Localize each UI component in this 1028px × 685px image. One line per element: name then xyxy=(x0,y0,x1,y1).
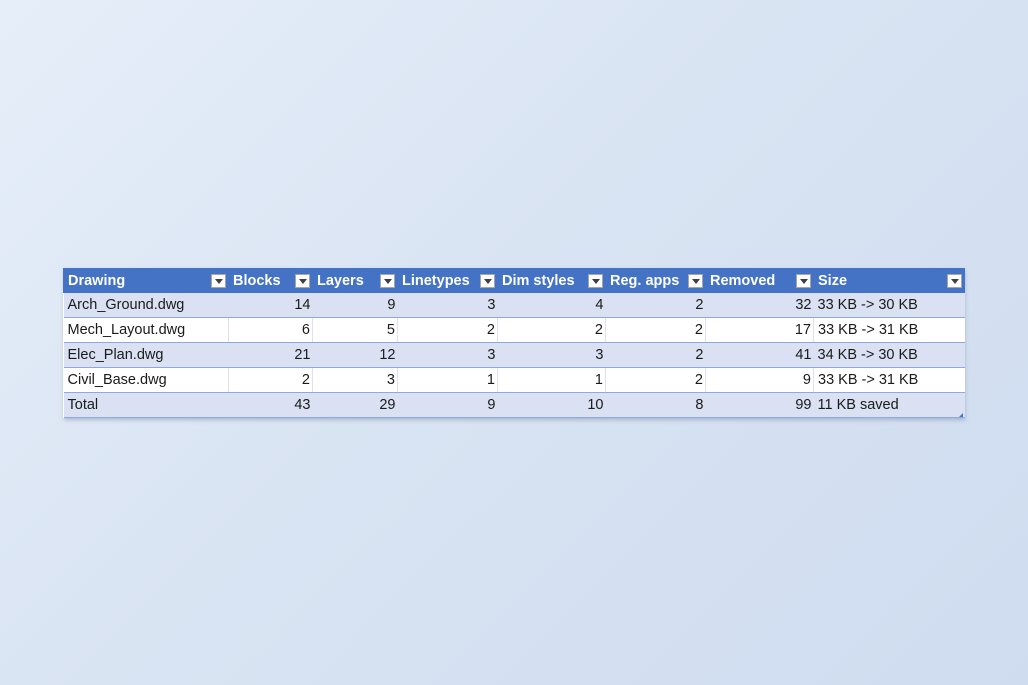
cell-total-blocks[interactable]: 43 xyxy=(228,392,313,418)
cell-drawing[interactable]: Mech_Layout.dwg xyxy=(63,317,229,343)
cell-reg-apps[interactable]: 2 xyxy=(605,367,706,393)
column-header-blocks[interactable]: Blocks xyxy=(228,268,313,293)
column-header-label: Linetypes xyxy=(402,272,470,289)
column-header-label: Drawing xyxy=(68,272,126,289)
cell-reg-apps[interactable]: 2 xyxy=(605,342,706,368)
column-header-label: Layers xyxy=(317,272,364,289)
cell-dim-styles[interactable]: 4 xyxy=(497,292,606,318)
cell-dim-styles[interactable]: 3 xyxy=(497,342,606,368)
column-header-label: Dim styles xyxy=(502,272,575,289)
filter-dropdown-icon[interactable] xyxy=(796,274,811,288)
column-header-removed[interactable]: Removed xyxy=(705,268,814,293)
cell-linetypes[interactable]: 2 xyxy=(397,317,498,343)
filter-dropdown-icon[interactable] xyxy=(688,274,703,288)
cell-reg-apps[interactable]: 2 xyxy=(605,317,706,343)
cell-dim-styles[interactable]: 1 xyxy=(497,367,606,393)
column-header-drawing[interactable]: Drawing xyxy=(63,268,229,293)
table-row[interactable]: Arch_Ground.dwg 14 9 3 4 2 32 33 KB -> 3… xyxy=(63,292,965,318)
filter-dropdown-icon[interactable] xyxy=(295,274,310,288)
cell-blocks[interactable]: 21 xyxy=(228,342,313,368)
total-row[interactable]: Total 43 29 9 10 8 99 11 KB saved xyxy=(63,392,965,418)
column-header-dim-styles[interactable]: Dim styles xyxy=(497,268,606,293)
filter-dropdown-icon[interactable] xyxy=(588,274,603,288)
cell-drawing[interactable]: Civil_Base.dwg xyxy=(63,367,229,393)
cell-total-removed[interactable]: 99 xyxy=(705,392,814,418)
column-header-label: Reg. apps xyxy=(610,272,680,289)
cell-linetypes[interactable]: 1 xyxy=(397,367,498,393)
cell-blocks[interactable]: 6 xyxy=(228,317,313,343)
cell-layers[interactable]: 12 xyxy=(312,342,398,368)
cell-reg-apps[interactable]: 2 xyxy=(605,292,706,318)
cell-removed[interactable]: 17 xyxy=(705,317,814,343)
cell-total-reg-apps[interactable]: 8 xyxy=(605,392,706,418)
column-header-label: Blocks xyxy=(233,272,281,289)
column-header-reg-apps[interactable]: Reg. apps xyxy=(605,268,706,293)
cell-size[interactable]: 33 KB -> 30 KB xyxy=(813,292,965,318)
cell-total-layers[interactable]: 29 xyxy=(312,392,398,418)
table-resize-handle-icon[interactable] xyxy=(959,413,963,417)
column-header-linetypes[interactable]: Linetypes xyxy=(397,268,498,293)
cell-size[interactable]: 34 KB -> 30 KB xyxy=(813,342,965,368)
column-header-layers[interactable]: Layers xyxy=(312,268,398,293)
cell-size[interactable]: 33 KB -> 31 KB xyxy=(813,317,965,343)
column-header-label: Removed xyxy=(710,272,776,289)
table-row[interactable]: Mech_Layout.dwg 6 5 2 2 2 17 33 KB -> 31… xyxy=(63,317,965,343)
cell-total-linetypes[interactable]: 9 xyxy=(397,392,498,418)
data-table: Drawing Blocks Layers Linetypes Dim styl… xyxy=(63,268,965,418)
cell-layers[interactable]: 9 xyxy=(312,292,398,318)
cell-total-label[interactable]: Total xyxy=(63,392,229,418)
cell-layers[interactable]: 3 xyxy=(312,367,398,393)
cell-linetypes[interactable]: 3 xyxy=(397,292,498,318)
filter-dropdown-icon[interactable] xyxy=(480,274,495,288)
table-row[interactable]: Civil_Base.dwg 2 3 1 1 2 9 33 KB -> 31 K… xyxy=(63,367,965,393)
cleanup-summary-table: Drawing Blocks Layers Linetypes Dim styl… xyxy=(63,268,965,418)
cell-total-dim-styles[interactable]: 10 xyxy=(497,392,606,418)
filter-dropdown-icon[interactable] xyxy=(211,274,226,288)
cell-removed[interactable]: 32 xyxy=(705,292,814,318)
header-row: Drawing Blocks Layers Linetypes Dim styl… xyxy=(63,268,965,293)
cell-total-size[interactable]: 11 KB saved xyxy=(813,392,965,418)
cell-size[interactable]: 33 KB -> 31 KB xyxy=(813,367,965,393)
cell-blocks[interactable]: 2 xyxy=(228,367,313,393)
cell-dim-styles[interactable]: 2 xyxy=(497,317,606,343)
cell-removed[interactable]: 9 xyxy=(705,367,814,393)
cell-linetypes[interactable]: 3 xyxy=(397,342,498,368)
cell-blocks[interactable]: 14 xyxy=(228,292,313,318)
cell-drawing[interactable]: Elec_Plan.dwg xyxy=(63,342,229,368)
cell-layers[interactable]: 5 xyxy=(312,317,398,343)
cell-drawing[interactable]: Arch_Ground.dwg xyxy=(63,292,229,318)
filter-dropdown-icon[interactable] xyxy=(947,274,962,288)
column-header-label: Size xyxy=(818,272,848,289)
filter-dropdown-icon[interactable] xyxy=(380,274,395,288)
table-row[interactable]: Elec_Plan.dwg 21 12 3 3 2 41 34 KB -> 30… xyxy=(63,342,965,368)
column-header-size[interactable]: Size xyxy=(813,268,965,293)
cell-removed[interactable]: 41 xyxy=(705,342,814,368)
